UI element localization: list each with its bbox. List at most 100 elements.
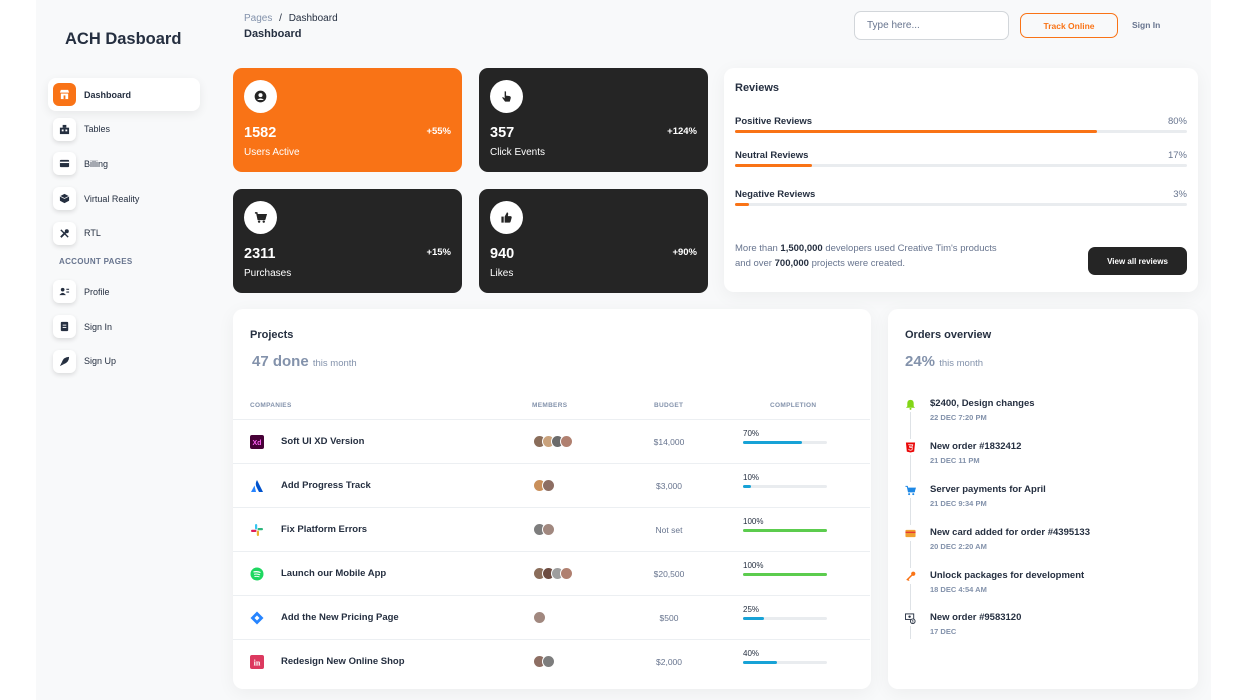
sidebar-heading-account: ACCOUNT PAGES xyxy=(59,257,133,267)
avatar[interactable] xyxy=(533,611,546,624)
sign-in-link[interactable]: Sign In xyxy=(1132,20,1160,30)
stat-card-users: 1582 Users Active +55% xyxy=(233,68,462,172)
stat-card-purchases: 2311 Purchases +15% xyxy=(233,189,462,293)
sidebar-item-virtual-reality[interactable]: Virtual Reality xyxy=(48,182,200,215)
sidebar-item-rtl[interactable]: RTL xyxy=(48,217,200,250)
table-row[interactable]: in Redesign New Online Shop $2,000 40% xyxy=(233,639,870,683)
completion-track xyxy=(743,485,827,488)
timeline-item[interactable]: New order #1832412 21 DEC 11 PM xyxy=(902,439,1182,479)
review-progress-track xyxy=(735,203,1187,206)
completion-track xyxy=(743,529,827,532)
avatar[interactable] xyxy=(542,655,555,668)
sidebar-item-tables[interactable]: Tables xyxy=(48,113,200,146)
atlassian-logo-icon xyxy=(250,479,264,493)
timeline-item[interactable]: $ New order #9583120 17 DEC xyxy=(902,610,1182,650)
avatar[interactable] xyxy=(560,567,573,580)
shop-icon xyxy=(53,83,76,106)
reviews-title: Reviews xyxy=(735,82,780,94)
project-name: Soft UI XD Version xyxy=(281,436,365,447)
completion-track xyxy=(743,617,827,620)
timeline-date: 18 DEC 4:54 AM xyxy=(930,585,987,594)
member-avatars xyxy=(533,523,555,536)
project-name: Add the New Pricing Page xyxy=(281,612,399,623)
sidebar-item-label: Dashboard xyxy=(84,89,132,100)
sidebar-item-label: RTL xyxy=(84,228,101,239)
avatar[interactable] xyxy=(560,435,573,448)
completion-percent: 100% xyxy=(743,561,764,570)
member-avatars xyxy=(533,435,573,448)
review-progress-fill xyxy=(735,130,1097,133)
svg-text:$: $ xyxy=(912,619,914,623)
timeline-item[interactable]: New card added for order #4395133 20 DEC… xyxy=(902,525,1182,565)
cart-icon xyxy=(902,482,919,498)
sidebar-item-dashboard[interactable]: Dashboard xyxy=(48,78,200,111)
review-percent: 3% xyxy=(1173,189,1187,200)
completion-percent: 25% xyxy=(743,605,760,614)
timeline-item[interactable]: Unlock packages for development 18 DEC 4… xyxy=(902,568,1182,608)
projects-card: Projects 47 done this month COMPANIES ME… xyxy=(233,309,871,689)
project-budget: $500 xyxy=(659,613,679,623)
sidebar-item-label: Virtual Reality xyxy=(84,193,140,204)
completion-percent: 100% xyxy=(743,517,764,526)
completion-fill xyxy=(743,441,802,444)
table-row[interactable]: Xd Soft UI XD Version $14,000 70% xyxy=(233,419,870,463)
breadcrumb-separator: / xyxy=(279,13,282,24)
table-row[interactable]: Add Progress Track $3,000 10% xyxy=(233,463,870,507)
avatar[interactable] xyxy=(542,523,555,536)
sidebar-item-label: Tables xyxy=(84,124,111,135)
timeline-title: New order #1832412 xyxy=(930,441,1022,452)
slack-logo-icon xyxy=(250,523,264,537)
reviews-card: Reviews Positive Reviews 80% Neutral Rev… xyxy=(724,68,1198,292)
timeline-item[interactable]: Server payments for April 21 DEC 9:34 PM xyxy=(902,482,1182,522)
spaceship-icon xyxy=(53,349,76,373)
sidebar-item-billing[interactable]: Billing xyxy=(48,147,200,180)
project-budget: $14,000 xyxy=(653,437,685,447)
completion-fill xyxy=(743,573,827,576)
user-icon xyxy=(244,80,277,113)
customer-support-icon xyxy=(53,280,76,304)
xd-logo-icon: Xd xyxy=(250,435,264,449)
timeline-title: New order #9583120 xyxy=(930,612,1022,623)
stat-label: Likes xyxy=(490,268,514,279)
sidebar-item-profile[interactable]: Profile xyxy=(48,275,200,308)
timeline-title: Unlock packages for development xyxy=(930,570,1085,581)
timeline-date: 20 DEC 2:20 AM xyxy=(930,542,987,551)
completion-track xyxy=(743,661,827,664)
review-row-positive: Positive Reviews 80% xyxy=(735,116,1187,133)
breadcrumb: Pages / Dashboard xyxy=(244,13,338,24)
breadcrumb-current: Dashboard xyxy=(288,13,338,24)
column-header-companies: COMPANIES xyxy=(250,402,292,409)
breadcrumb-root[interactable]: Pages xyxy=(244,13,272,24)
completion-percent: 40% xyxy=(743,649,760,658)
column-header-members: MEMBERS xyxy=(532,402,568,409)
review-percent: 17% xyxy=(1167,150,1187,161)
timeline-date: 21 DEC 9:34 PM xyxy=(930,499,987,508)
orders-percent: 24% this month xyxy=(905,353,984,370)
key-icon xyxy=(902,568,919,584)
orders-overview-card: Orders overview 24% this month $2400, De… xyxy=(888,309,1198,689)
review-progress-fill xyxy=(735,203,749,206)
stat-value: 357 xyxy=(490,125,515,141)
sidebar-item-sign-up[interactable]: Sign Up xyxy=(48,345,200,378)
table-row[interactable]: Add the New Pricing Page $500 25% xyxy=(233,595,870,639)
sidebar-item-label: Sign Up xyxy=(84,356,117,367)
column-header-completion: COMPLETION xyxy=(770,402,817,409)
member-avatars xyxy=(533,611,546,624)
completion-percent: 10% xyxy=(743,473,760,482)
project-budget: $3,000 xyxy=(656,481,682,491)
credit-card-icon xyxy=(902,525,919,541)
stat-change: +90% xyxy=(672,247,697,258)
timeline-item[interactable]: $2400, Design changes 22 DEC 7:20 PM xyxy=(902,396,1182,436)
stat-label: Click Events xyxy=(490,147,546,158)
search-input[interactable] xyxy=(854,11,1009,40)
brand-title[interactable]: ACH Dasboard xyxy=(65,30,181,49)
track-online-button[interactable]: Track Online xyxy=(1020,13,1118,38)
table-row[interactable]: Fix Platform Errors Not set 100% xyxy=(233,507,870,551)
invision-logo-icon: in xyxy=(250,655,264,669)
sidebar-item-label: Sign In xyxy=(84,321,113,332)
table-row[interactable]: Launch our Mobile App $20,500 100% xyxy=(233,551,870,595)
avatar[interactable] xyxy=(542,479,555,492)
timeline-date: 22 DEC 7:20 PM xyxy=(930,413,987,422)
view-all-reviews-button[interactable]: View all reviews xyxy=(1088,247,1187,275)
sidebar-item-sign-in[interactable]: Sign In xyxy=(48,310,200,343)
